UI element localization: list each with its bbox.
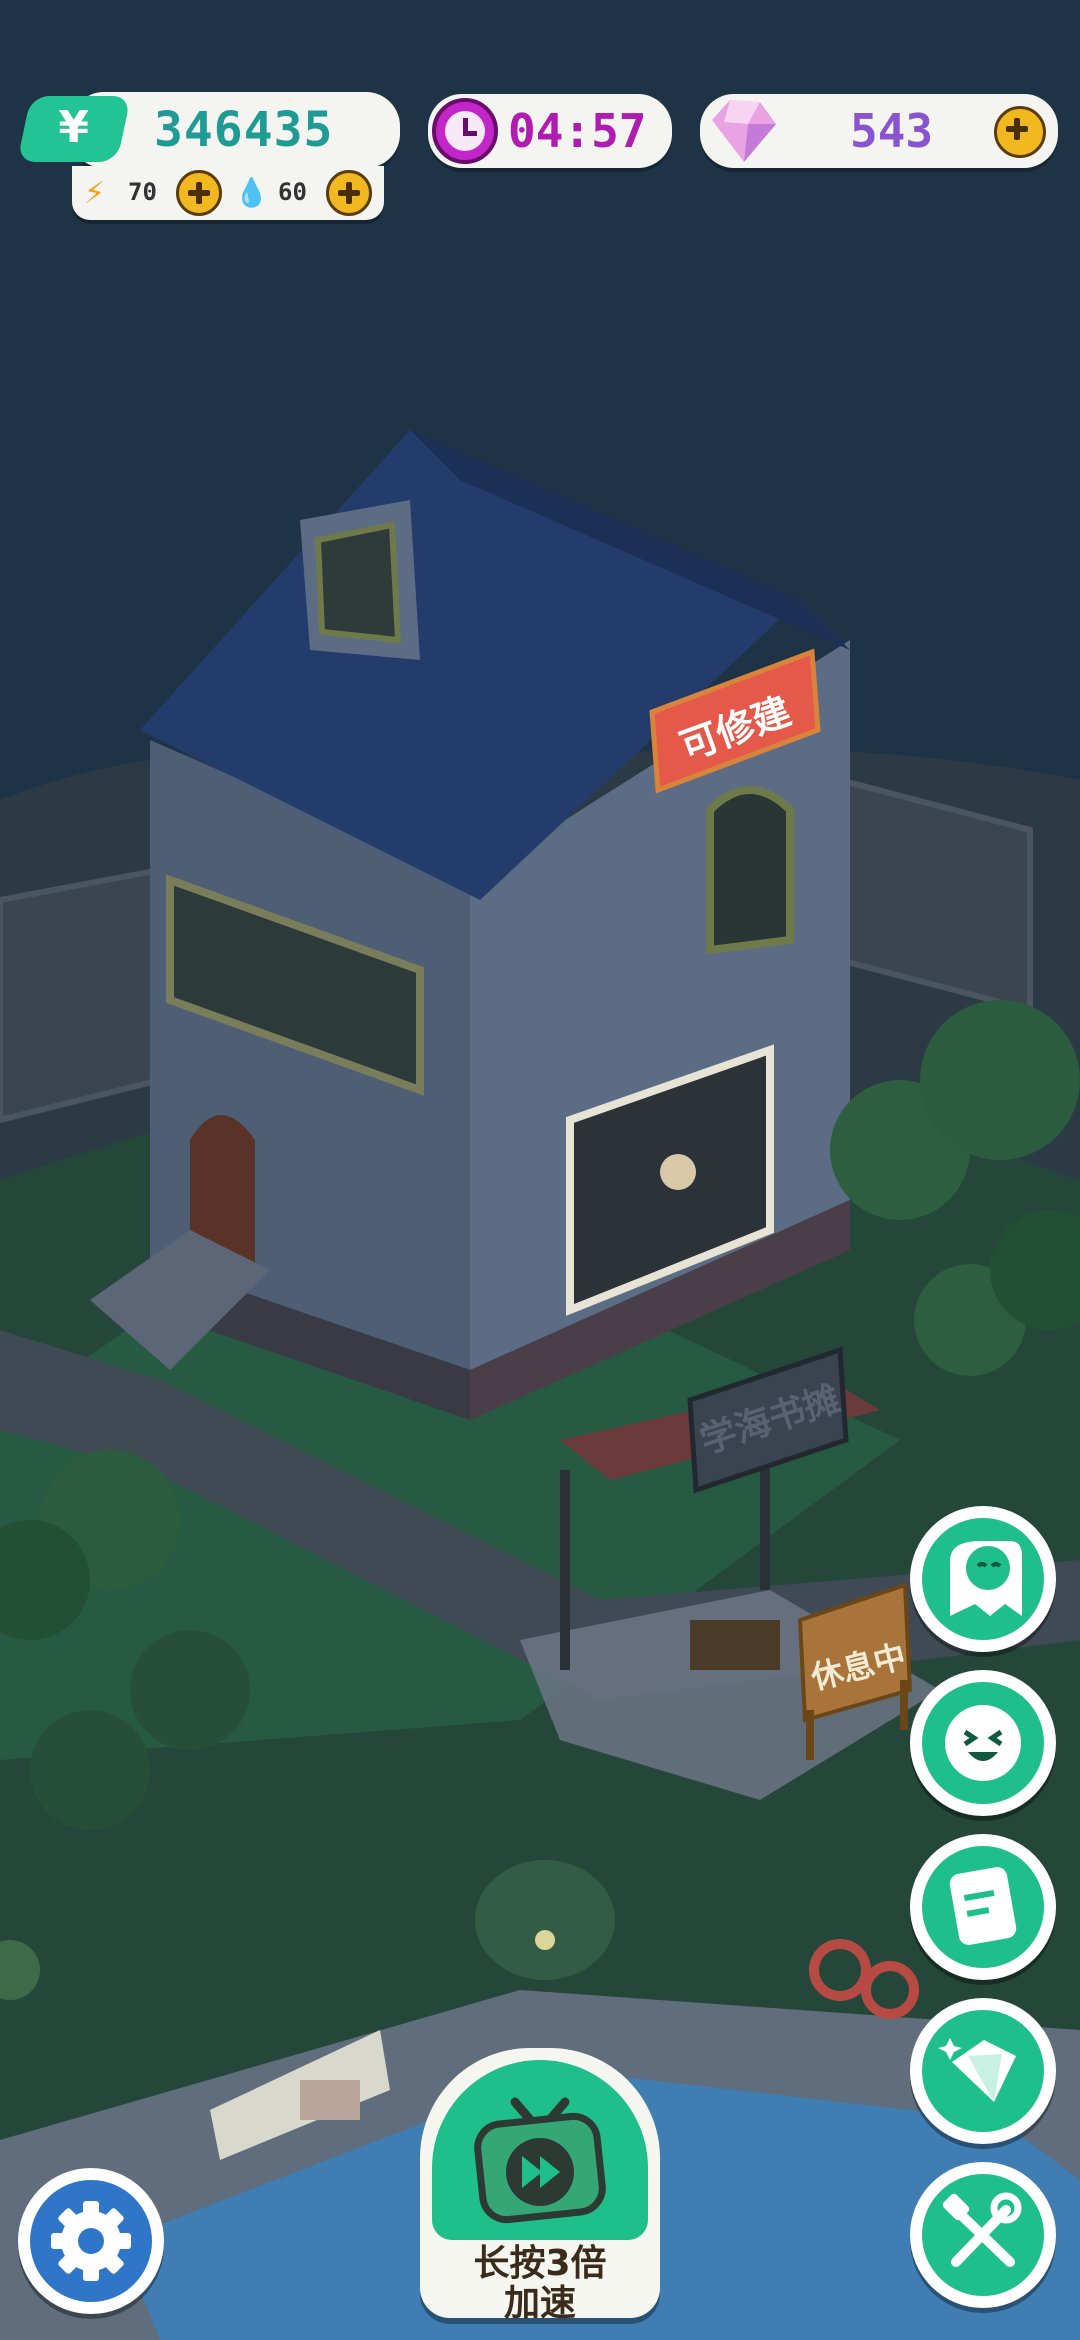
resource-subpanel: ⚡ 70 💧 60 — [72, 166, 384, 220]
laughing-face-icon — [945, 1705, 1021, 1781]
water-value: 60 — [278, 178, 307, 206]
tools-button[interactable] — [910, 2162, 1056, 2308]
energy-icon: ⚡ — [84, 176, 106, 211]
add-energy-button[interactable] — [176, 170, 222, 216]
settings-button[interactable] — [18, 2168, 164, 2314]
speed-button-line2: 加速 — [503, 2283, 576, 2324]
gear-icon — [51, 2201, 131, 2281]
ghost-face-icon — [950, 1541, 1022, 1616]
gem-value: 543 — [850, 104, 934, 158]
gem-icon — [704, 94, 780, 168]
money-icon: ¥ — [16, 96, 132, 162]
game-scene[interactable]: 可修建 学海书摊 休息中 — [0, 0, 1080, 2340]
tools-icon — [942, 2192, 1022, 2267]
ghost-face-button[interactable] — [910, 1506, 1056, 1652]
laughing-face-button[interactable] — [910, 1670, 1056, 1816]
water-drop-icon: 💧 — [234, 176, 269, 209]
timer-value: 04:57 — [508, 104, 647, 158]
tv-fast-forward-icon — [474, 2097, 606, 2224]
gem-panel[interactable]: 543 — [700, 94, 1058, 168]
energy-value: 70 — [128, 178, 157, 206]
money-panel[interactable]: ¥ 346435 — [16, 92, 400, 168]
money-value: 346435 — [154, 102, 334, 158]
add-water-button[interactable] — [326, 170, 372, 216]
clock-icon — [432, 98, 498, 164]
speed-up-button[interactable]: 长按3倍 加速 — [420, 2048, 660, 2324]
timer-panel: 04:57 — [428, 94, 672, 168]
notepad-button[interactable] — [910, 1834, 1056, 1980]
notepad-icon — [949, 1867, 1017, 1945]
diamond-button[interactable] — [910, 1998, 1056, 2144]
add-gems-button[interactable] — [994, 106, 1046, 158]
diamond-sparkle-icon — [938, 2038, 1016, 2102]
